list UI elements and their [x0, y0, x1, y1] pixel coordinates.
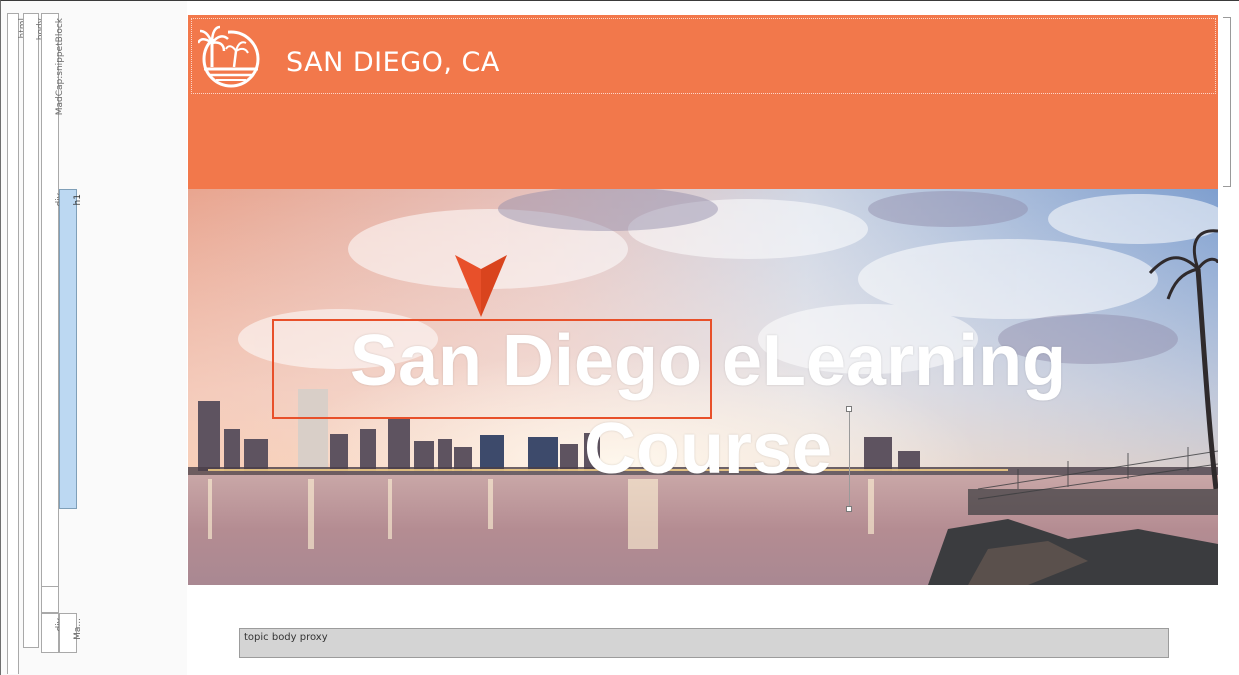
- resize-handle-top[interactable]: [846, 406, 852, 412]
- selection-resize-line: [849, 410, 850, 509]
- structure-bar-html[interactable]: html: [7, 13, 28, 674]
- structure-bar-label: MadCap:snippetBlock: [55, 18, 65, 116]
- proxy-label: topic body proxy: [244, 632, 328, 643]
- structure-bar-label: h1: [73, 194, 83, 206]
- structure-bar-label: Ma...: [73, 618, 83, 640]
- structure-bar-h1[interactable]: h1: [59, 189, 83, 509]
- highlight-annotation-box: [272, 319, 712, 419]
- header-banner: SAN DIEGO, CA: [188, 15, 1218, 189]
- structure-bar-div-2[interactable]: div: [41, 613, 65, 653]
- arrow-pointer-icon: [455, 255, 507, 317]
- structure-bar-div[interactable]: div: [41, 189, 65, 587]
- palm-tree-logo-icon: [198, 23, 260, 88]
- resize-handle-bottom[interactable]: [846, 506, 852, 512]
- logo-snippet-zone[interactable]: SAN DIEGO, CA: [191, 18, 1216, 94]
- editor-canvas: html body MadCap:snippetBlock div h1 div…: [0, 0, 1239, 675]
- logo-text: SAN DIEGO, CA: [286, 47, 500, 78]
- topic-body-proxy[interactable]: topic body proxy: [239, 628, 1169, 658]
- structure-bar-body[interactable]: body: [23, 13, 46, 648]
- structure-bar-madcap[interactable]: Ma...: [59, 613, 83, 653]
- block-bracket: [1223, 17, 1231, 187]
